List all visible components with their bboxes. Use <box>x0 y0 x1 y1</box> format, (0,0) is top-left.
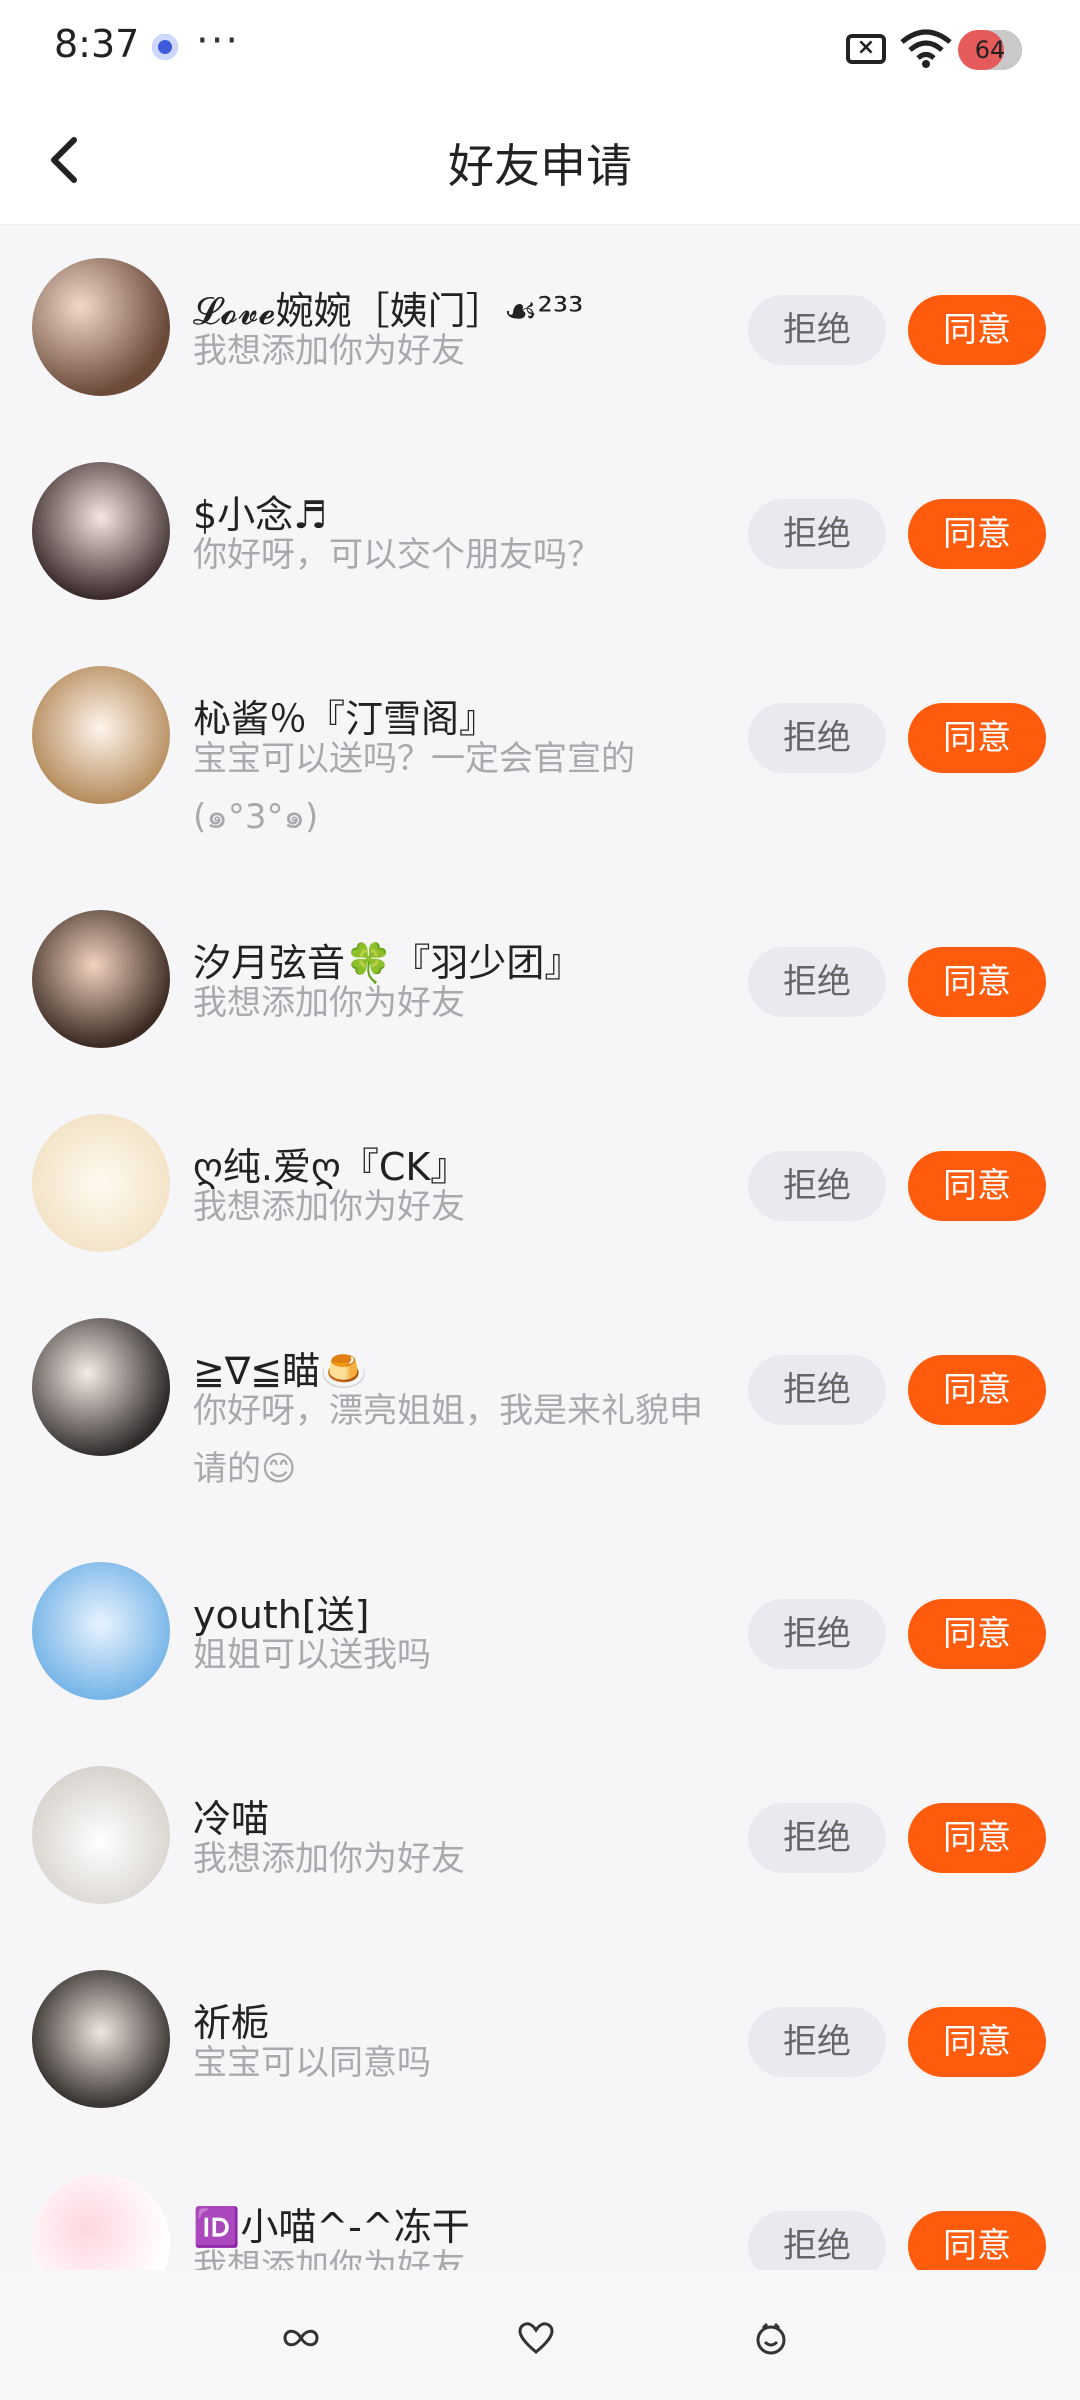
request-message: 我想添加你为好友 <box>193 983 465 1023</box>
infinity-icon[interactable] <box>281 2320 321 2356</box>
app-notification-icon <box>152 34 178 60</box>
accept-button[interactable]: 同意 <box>908 2211 1046 2270</box>
accept-button[interactable]: 同意 <box>908 1599 1046 1669</box>
reject-button[interactable]: 拒绝 <box>748 1355 886 1425</box>
battery-indicator: 64 <box>958 30 1022 70</box>
heart-icon[interactable] <box>516 2320 556 2356</box>
request-message: 我想添加你为好友 <box>193 1839 465 1879</box>
accept-button[interactable]: 同意 <box>908 947 1046 1017</box>
friend-request-list[interactable]: 𝓛𝓸𝓿𝓮婉婉［姨门］☙²³³ 我想添加你为好友 拒绝 同意 $小念♬ 你好呀，可… <box>0 225 1080 2270</box>
avatar[interactable] <box>32 1970 170 2108</box>
avatar[interactable] <box>32 462 170 600</box>
page-title: 好友申请 <box>448 139 632 193</box>
request-message: 宝宝可以同意吗 <box>193 2043 431 2083</box>
reject-button[interactable]: 拒绝 <box>748 499 886 569</box>
status-time: 8:37 <box>54 22 140 66</box>
wifi-icon <box>900 29 952 68</box>
avatar[interactable] <box>32 666 170 804</box>
avatar[interactable] <box>32 910 170 1048</box>
avatar[interactable] <box>32 1114 170 1252</box>
bottom-nav <box>0 2270 1080 2400</box>
reject-button[interactable]: 拒绝 <box>748 947 886 1017</box>
accept-button[interactable]: 同意 <box>908 703 1046 773</box>
reject-button[interactable]: 拒绝 <box>748 2007 886 2077</box>
request-message: 我想添加你为好友 <box>193 1187 465 1227</box>
request-message: 我想添加你为好友 <box>193 2247 465 2270</box>
reject-button[interactable]: 拒绝 <box>748 1599 886 1669</box>
no-sim-icon: × <box>846 34 886 64</box>
request-message: 姐姐可以送我吗 <box>193 1635 431 1675</box>
avatar[interactable] <box>32 1318 170 1456</box>
request-message: 宝宝可以送吗？一定会官宣的 (๑°3°๑) <box>193 739 635 837</box>
app-header: 好友申请 <box>0 100 1080 225</box>
request-message: 你好呀，可以交个朋友吗？ <box>193 535 601 575</box>
accept-button[interactable]: 同意 <box>908 1355 1046 1425</box>
avatar[interactable] <box>32 258 170 396</box>
accept-button[interactable]: 同意 <box>908 499 1046 569</box>
status-bar: 8:37 ··· × 64 <box>0 0 1080 100</box>
reject-button[interactable]: 拒绝 <box>748 2211 886 2270</box>
avatar[interactable] <box>32 1562 170 1700</box>
accept-button[interactable]: 同意 <box>908 2007 1046 2077</box>
reject-button[interactable]: 拒绝 <box>748 295 886 365</box>
reject-button[interactable]: 拒绝 <box>748 703 886 773</box>
request-message: 我想添加你为好友 <box>193 331 465 371</box>
more-notifications-icon: ··· <box>196 18 241 64</box>
request-message: 你好呀，漂亮姐姐，我是来礼貌申请的😊 <box>193 1391 703 1489</box>
accept-button[interactable]: 同意 <box>908 1151 1046 1221</box>
accept-button[interactable]: 同意 <box>908 1803 1046 1873</box>
avatar[interactable] <box>32 2174 170 2270</box>
reject-button[interactable]: 拒绝 <box>748 1803 886 1873</box>
avatar[interactable] <box>32 1766 170 1904</box>
smile-icon[interactable] <box>751 2320 791 2356</box>
reject-button[interactable]: 拒绝 <box>748 1151 886 1221</box>
accept-button[interactable]: 同意 <box>908 295 1046 365</box>
